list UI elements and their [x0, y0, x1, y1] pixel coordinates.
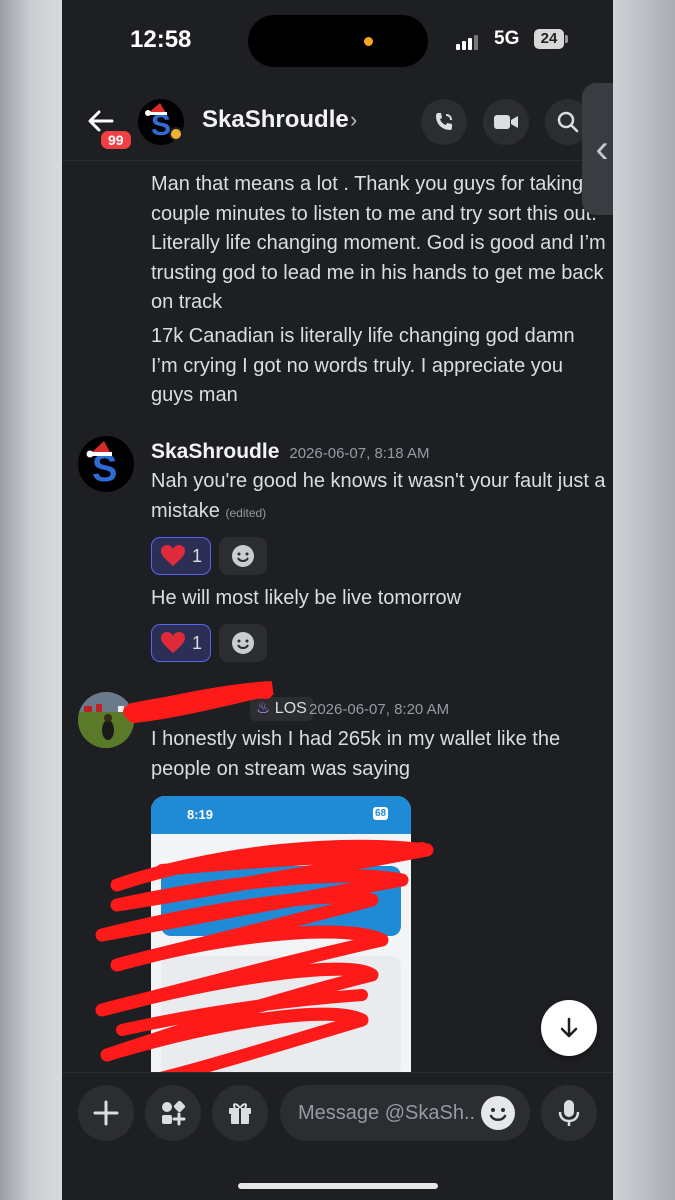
phone-screen: 12:58 5G 24 99 S SkaShroudle › Man that … — [62, 0, 613, 1200]
plus-icon — [93, 1100, 119, 1126]
jump-to-present-button[interactable] — [541, 1000, 597, 1056]
home-indicator — [238, 1183, 438, 1189]
message-input[interactable]: Message @SkaSh.. — [280, 1085, 530, 1141]
emoji-button[interactable] — [481, 1096, 515, 1130]
apps-icon — [162, 1100, 186, 1126]
microphone-icon — [558, 1100, 580, 1126]
smiley-icon — [489, 1108, 507, 1121]
message-placeholder: Message @SkaSh.. — [298, 1102, 476, 1124]
voice-message-button[interactable] — [541, 1085, 597, 1141]
side-panel-tab[interactable]: ‹ — [582, 83, 613, 215]
arrow-down-icon — [560, 1017, 578, 1038]
apps-button[interactable] — [145, 1085, 201, 1141]
attach-button[interactable] — [78, 1085, 134, 1141]
gift-button[interactable] — [212, 1085, 268, 1141]
redaction-scribble — [95, 681, 434, 1097]
message-composer: Message @SkaSh.. — [62, 1072, 613, 1200]
gift-icon — [229, 1103, 251, 1124]
